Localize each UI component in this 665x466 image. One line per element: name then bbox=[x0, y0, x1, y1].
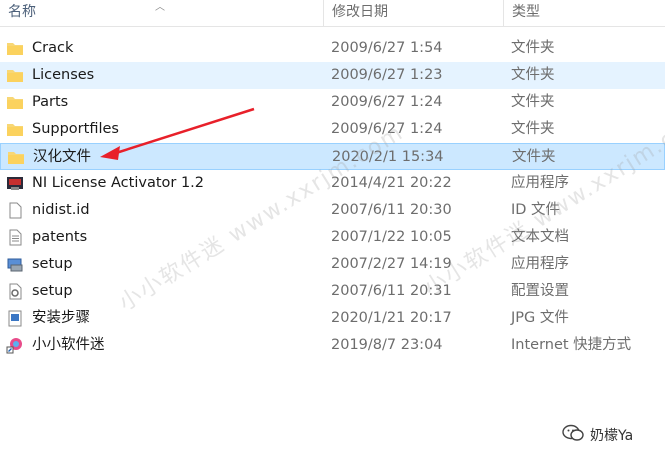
file-name: nidist.id bbox=[32, 202, 90, 218]
config-file-icon bbox=[6, 283, 24, 300]
column-header-date-label: 修改日期 bbox=[332, 4, 388, 20]
file-type: 应用程序 bbox=[511, 256, 569, 272]
internet-shortcut-icon bbox=[6, 337, 24, 354]
file-name: 汉化文件 bbox=[33, 149, 91, 165]
file-row[interactable]: patents 2007/1/22 10:05 文本文档 bbox=[0, 224, 665, 251]
file-date: 2020/2/1 15:34 bbox=[332, 149, 444, 165]
image-file-icon bbox=[6, 310, 24, 327]
file-name: Supportfiles bbox=[32, 121, 119, 137]
file-row[interactable]: Parts 2009/6/27 1:24 文件夹 bbox=[0, 89, 665, 116]
file-row[interactable]: 安装步骤 2020/1/21 20:17 JPG 文件 bbox=[0, 305, 665, 332]
folder-icon bbox=[7, 149, 25, 166]
wechat-icon bbox=[562, 424, 584, 446]
folder-icon bbox=[6, 40, 24, 57]
file-name: setup bbox=[32, 256, 73, 272]
file-name: Crack bbox=[32, 40, 74, 56]
file-type: 文件夹 bbox=[511, 67, 555, 83]
file-type: 文本文档 bbox=[511, 229, 569, 245]
file-type: JPG 文件 bbox=[511, 310, 569, 326]
wechat-credit: 奶檬Ya bbox=[562, 424, 633, 446]
file-name: NI License Activator 1.2 bbox=[32, 175, 205, 191]
file-date: 2009/6/27 1:54 bbox=[331, 40, 443, 56]
file-date: 2020/1/21 20:17 bbox=[331, 310, 452, 326]
file-name: Parts bbox=[32, 94, 69, 110]
blank-file-icon bbox=[6, 202, 24, 219]
column-header: ︿ 名称 修改日期 类型 bbox=[0, 0, 665, 27]
column-header-name-label: 名称 bbox=[8, 4, 36, 20]
column-header-type[interactable]: 类型 bbox=[504, 0, 665, 26]
file-date: 2019/8/7 23:04 bbox=[331, 337, 443, 353]
file-row-selected[interactable]: 汉化文件 2020/2/1 15:34 文件夹 bbox=[0, 143, 665, 170]
file-name: setup bbox=[32, 283, 73, 299]
sort-caret-icon: ︿ bbox=[155, 2, 165, 13]
file-type: 配置设置 bbox=[511, 283, 569, 299]
folder-icon bbox=[6, 94, 24, 111]
file-date: 2007/6/11 20:30 bbox=[331, 202, 452, 218]
file-row[interactable]: setup 2007/2/27 14:19 应用程序 bbox=[0, 251, 665, 278]
file-type: 应用程序 bbox=[511, 175, 569, 191]
folder-icon bbox=[6, 67, 24, 84]
file-type: ID 文件 bbox=[511, 202, 561, 218]
file-name: Licenses bbox=[32, 67, 95, 83]
file-date: 2007/2/27 14:19 bbox=[331, 256, 452, 272]
file-type: 文件夹 bbox=[511, 40, 555, 56]
column-header-type-label: 类型 bbox=[512, 4, 540, 20]
file-list: Crack 2009/6/27 1:54 文件夹 Licenses 2009/6… bbox=[0, 35, 665, 359]
file-name: 安装步骤 bbox=[32, 310, 90, 326]
file-date: 2007/6/11 20:31 bbox=[331, 283, 452, 299]
file-date: 2009/6/27 1:24 bbox=[331, 94, 443, 110]
file-name: 小小软件迷 bbox=[32, 337, 105, 353]
activator-app-icon bbox=[6, 175, 24, 192]
file-row[interactable]: setup 2007/6/11 20:31 配置设置 bbox=[0, 278, 665, 305]
setup-app-icon bbox=[6, 256, 24, 273]
column-header-date[interactable]: 修改日期 bbox=[324, 0, 504, 26]
file-row[interactable]: 小小软件迷 2019/8/7 23:04 Internet 快捷方式 bbox=[0, 332, 665, 359]
file-type: 文件夹 bbox=[511, 94, 555, 110]
folder-icon bbox=[6, 121, 24, 138]
wechat-label: 奶檬Ya bbox=[590, 428, 634, 444]
file-row[interactable]: Crack 2009/6/27 1:54 文件夹 bbox=[0, 35, 665, 62]
file-date: 2009/6/27 1:24 bbox=[331, 121, 443, 137]
file-date: 2009/6/27 1:23 bbox=[331, 67, 443, 83]
file-date: 2007/1/22 10:05 bbox=[331, 229, 452, 245]
file-type: 文件夹 bbox=[512, 149, 556, 165]
file-row[interactable]: NI License Activator 1.2 2014/4/21 20:22… bbox=[0, 170, 665, 197]
file-type: Internet 快捷方式 bbox=[511, 337, 632, 353]
column-header-name[interactable]: ︿ 名称 bbox=[0, 0, 324, 26]
file-name: patents bbox=[32, 229, 88, 245]
file-row[interactable]: Supportfiles 2009/6/27 1:24 文件夹 bbox=[0, 116, 665, 143]
file-date: 2014/4/21 20:22 bbox=[331, 175, 452, 191]
file-type: 文件夹 bbox=[511, 121, 555, 137]
file-row[interactable]: nidist.id 2007/6/11 20:30 ID 文件 bbox=[0, 197, 665, 224]
file-row[interactable]: Licenses 2009/6/27 1:23 文件夹 bbox=[0, 62, 665, 89]
text-file-icon bbox=[6, 229, 24, 246]
